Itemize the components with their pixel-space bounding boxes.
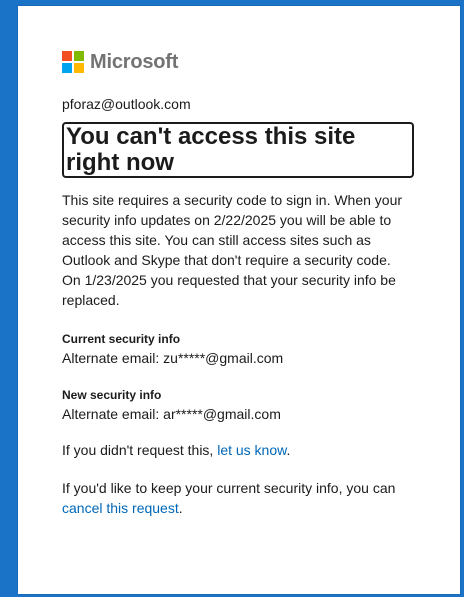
let-us-know-link[interactable]: let us know <box>217 442 286 458</box>
keep-current-paragraph: If you'd like to keep your current secur… <box>62 478 414 518</box>
logo-green-square <box>74 51 84 61</box>
didnt-request-suffix: . <box>286 442 291 458</box>
microsoft-logo-icon <box>62 51 84 73</box>
logo-blue-square <box>62 63 72 73</box>
new-info-label: New security info <box>62 388 162 402</box>
browser-background: Microsoft pforaz@outlook.com You can't a… <box>0 0 464 597</box>
request-note: On 1/23/2025 you requested that your sec… <box>62 272 396 308</box>
current-info-label: Current security info <box>62 332 181 346</box>
dialog-content: Microsoft pforaz@outlook.com You can't a… <box>62 50 414 518</box>
new-info-value: Alternate email: ar*****@gmail.com <box>62 406 281 422</box>
keep-current-suffix: . <box>178 500 183 516</box>
brand-name: Microsoft <box>90 50 179 73</box>
logo-red-square <box>62 51 72 61</box>
cancel-request-link[interactable]: cancel this request <box>62 500 179 516</box>
description: This site requires a security code to si… <box>62 192 403 268</box>
dialog-card: Microsoft pforaz@outlook.com You can't a… <box>18 6 460 594</box>
page-title: You can't access this site right now <box>62 122 414 178</box>
description-text: This site requires a security code to si… <box>62 190 414 310</box>
didnt-request-prefix: If you didn't request this, <box>62 442 218 458</box>
brand-header: Microsoft <box>62 50 414 74</box>
keep-current-prefix: If you'd like to keep your current secur… <box>62 480 396 496</box>
logo-yellow-square <box>74 63 84 73</box>
didnt-request-paragraph: If you didn't request this, let us know. <box>62 440 414 460</box>
account-email: pforaz@outlook.com <box>62 96 191 112</box>
current-info-value: Alternate email: zu*****@gmail.com <box>62 350 284 366</box>
